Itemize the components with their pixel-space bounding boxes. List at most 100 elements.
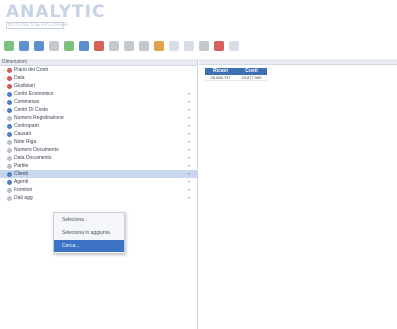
tree-item-label: Clienti xyxy=(14,171,28,177)
dimension-icon xyxy=(7,107,12,113)
tree-item[interactable]: › Commesse ▾ xyxy=(0,98,197,106)
export-icon[interactable] xyxy=(169,40,179,51)
tree-item-label: Dati agg xyxy=(14,195,33,201)
tree-item-label: Data Documento xyxy=(14,155,52,161)
gift-icon[interactable] xyxy=(94,40,104,51)
clear-icon[interactable] xyxy=(229,40,239,51)
grid-header-ricavi[interactable]: Ricavi xyxy=(205,68,236,75)
row-arrow-icon: ▾ xyxy=(188,123,191,128)
tree-item[interactable]: Note Riga ▾ xyxy=(0,138,197,146)
dimension-icon xyxy=(7,171,12,177)
dimension-icon xyxy=(7,83,12,89)
expand-arrow-icon[interactable]: › xyxy=(3,106,4,114)
dimensions-header: Dimensioni xyxy=(0,59,197,66)
expand-arrow-icon[interactable]: › xyxy=(3,98,4,106)
leaf-node-icon xyxy=(7,195,12,201)
main-toolbar xyxy=(4,39,239,52)
table-settings-icon[interactable] xyxy=(139,40,149,51)
dimension-icon xyxy=(7,179,12,185)
tree-item[interactable]: › Giudiziari xyxy=(0,82,197,90)
context-menu: Seleziona Seleziona in aggiunta Cerca... xyxy=(53,212,125,254)
delete-icon[interactable] xyxy=(214,40,224,51)
tree-item[interactable]: › Controparti ▾ xyxy=(0,122,197,130)
expand-arrow-icon[interactable]: › xyxy=(3,178,4,186)
filter-icon[interactable] xyxy=(124,40,134,51)
pivot-toolbar xyxy=(199,59,397,65)
tree-item[interactable]: Numero Registrazione ▾ xyxy=(0,114,197,122)
grid-icon[interactable] xyxy=(49,40,59,51)
tree-item[interactable]: › Centri Di Costo ▾ xyxy=(0,106,197,114)
tree-item[interactable]: Fornitori ▾ xyxy=(0,186,197,194)
export-excel-icon[interactable] xyxy=(184,40,194,51)
grid-row: 26.088.797 20.877.595 xyxy=(205,75,267,81)
expand-arrow-icon[interactable]: › xyxy=(3,130,4,138)
row-arrow-icon: ▾ xyxy=(188,131,191,136)
leaf-node-icon xyxy=(7,155,12,161)
tree-item[interactable]: › Conto Economico ▾ xyxy=(0,90,197,98)
dimension-icon xyxy=(7,67,12,73)
leaf-node-icon xyxy=(7,139,12,145)
tree-item[interactable]: Dati agg ▾ xyxy=(0,194,197,202)
tree-item-label: Partite xyxy=(14,163,29,169)
tree-item-label: Note Riga xyxy=(14,139,37,145)
tree-item[interactable]: › Clienti ▾ xyxy=(0,170,197,178)
row-arrow-icon: ▾ xyxy=(188,115,191,120)
tree-item-label: Controparti xyxy=(14,123,39,129)
dimension-icon xyxy=(7,123,12,129)
dimensions-panel: Dimensioni › Piano dei Conti › Data › Giudizi… xyxy=(0,59,198,329)
leaf-node-icon xyxy=(7,115,12,121)
row-arrow-icon: ▾ xyxy=(188,139,191,144)
dimension-icon xyxy=(7,99,12,105)
dimensions-tree: › Piano dei Conti › Data › Giudiziari › Conto E… xyxy=(0,66,197,202)
ctx-menu-item-seleziona-aggiunta[interactable]: Seleziona in aggiunta xyxy=(54,227,124,239)
pivot-panel: Ricavi Costi 26.088.797 20.877.595 xyxy=(199,59,397,329)
tree-item[interactable]: › Causali ▾ xyxy=(0,130,197,138)
save-icon[interactable] xyxy=(19,40,29,51)
row-arrow-icon: ▾ xyxy=(188,187,191,192)
pivot-grid: Ricavi Costi 26.088.797 20.877.595 xyxy=(205,68,267,81)
tree-item-label: Centri Di Costo xyxy=(14,107,48,113)
dimension-icon xyxy=(7,75,12,81)
logo-sub-left: BUSINESS xyxy=(8,22,38,28)
expand-arrow-icon[interactable]: › xyxy=(3,170,4,178)
chart-icon[interactable] xyxy=(199,40,209,51)
floppy-icon[interactable] xyxy=(34,40,44,51)
app-logo: ANALYTIC BUSINESS EXPLORER xyxy=(6,2,136,38)
tree-item-label: Conto Economico xyxy=(14,91,54,97)
tree-item-label: Numero Documento xyxy=(14,147,59,153)
expand-arrow-icon[interactable]: › xyxy=(3,122,4,130)
tree-item-label: Numero Registrazione xyxy=(14,115,64,121)
expand-arrow-icon[interactable]: › xyxy=(3,66,4,74)
ctx-menu-item-cerca[interactable]: Cerca... xyxy=(54,240,124,252)
tree-item-label: Piano dei Conti xyxy=(14,67,48,73)
row-arrow-icon: ▾ xyxy=(188,91,191,96)
expand-arrow-icon[interactable]: › xyxy=(3,90,4,98)
row-arrow-icon: ▾ xyxy=(188,179,191,184)
tree-item[interactable]: Data Documento ▾ xyxy=(0,154,197,162)
logo-main-text: ANALYTIC xyxy=(6,2,106,22)
expand-arrow-icon[interactable]: › xyxy=(3,74,4,82)
tree-item-label: Giudiziari xyxy=(14,83,35,89)
grid-cell-costi[interactable]: 20.877.595 xyxy=(236,75,267,80)
grid-header-row: Ricavi Costi xyxy=(205,68,267,75)
grid-header-costi[interactable]: Costi xyxy=(236,68,267,75)
tree-item-label: Fornitori xyxy=(14,187,33,193)
grid-cell-ricavi[interactable]: 26.088.797 xyxy=(205,75,236,80)
up-arrow-icon[interactable] xyxy=(79,40,89,51)
tree-item[interactable]: Partite ▾ xyxy=(0,162,197,170)
settings-icon[interactable] xyxy=(154,40,164,51)
table-icon[interactable] xyxy=(109,40,119,51)
add-icon[interactable] xyxy=(64,40,74,51)
row-arrow-icon: ▾ xyxy=(188,107,191,112)
row-arrow-icon: ▾ xyxy=(188,155,191,160)
ctx-menu-item-seleziona[interactable]: Seleziona xyxy=(54,214,124,226)
tree-item-label: Data xyxy=(14,75,25,81)
tree-item[interactable]: › Agenti ▾ xyxy=(0,178,197,186)
expand-arrow-icon[interactable]: › xyxy=(3,82,4,90)
leaf-node-icon xyxy=(7,147,12,153)
refresh-icon[interactable] xyxy=(4,40,14,51)
tree-item[interactable]: › Piano dei Conti xyxy=(0,66,197,74)
tree-item-label: Commesse xyxy=(14,99,40,105)
tree-item[interactable]: › Data xyxy=(0,74,197,82)
tree-item[interactable]: Numero Documento ▾ xyxy=(0,146,197,154)
